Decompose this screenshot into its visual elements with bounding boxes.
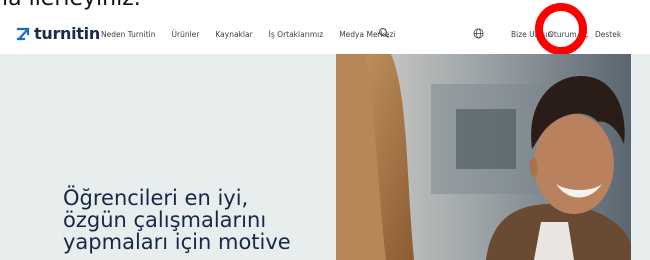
nav-link-kaynaklar[interactable]: Kaynaklar [215,30,252,39]
hero-heading: Öğrencileri en iyi, özgün çalışmalarını … [63,187,291,253]
search-icon[interactable] [378,27,390,39]
hero-heading-line-1: Öğrencileri en iyi, [63,186,249,210]
turnitin-logo[interactable]: turnitin [16,24,100,43]
turnitin-logo-icon [16,26,30,41]
top-strip-text: la ilerleyiniz. [2,0,141,10]
nav-link-urunler[interactable]: Ürünler [172,30,200,39]
support-link[interactable]: Destek [595,30,621,39]
hero-heading-line-2: özgün çalışmalarını [63,208,267,232]
annotation-highlight-circle [535,3,587,55]
hero-photo-students [336,54,631,260]
nav-link-neden-turnitin[interactable]: Neden Turnitin [101,30,156,39]
hero-heading-line-3: yapmaları için motive [63,230,291,254]
main-nav: Neden Turnitin Ürünler Kaynaklar İş Orta… [101,30,411,39]
hero-section: Öğrencileri en iyi, özgün çalışmalarını … [0,54,650,260]
globe-icon[interactable] [473,28,484,39]
brand-name: turnitin [34,24,100,43]
nav-link-is-ortaklarimiz[interactable]: İş Ortaklarımız [269,30,324,39]
